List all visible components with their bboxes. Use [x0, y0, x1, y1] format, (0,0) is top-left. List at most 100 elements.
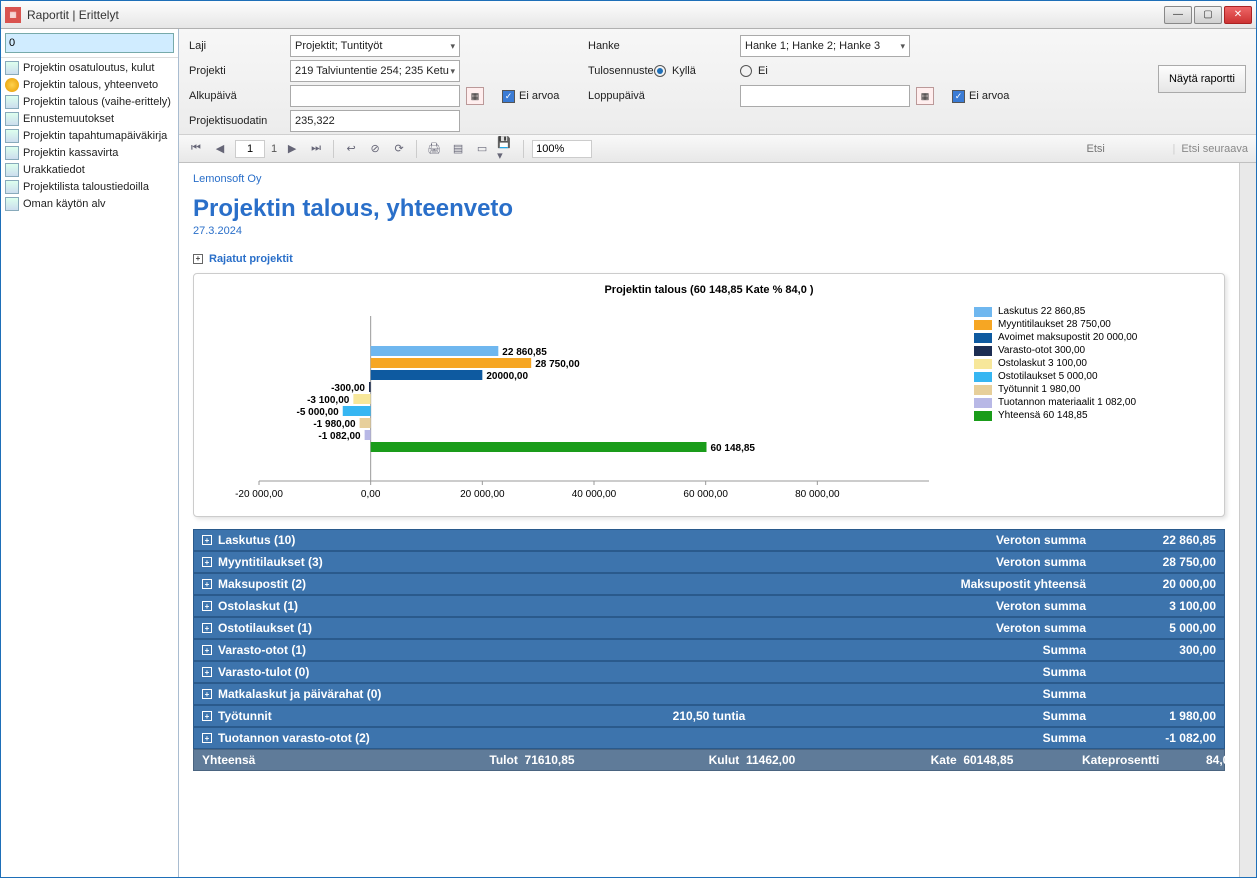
summary-row[interactable]: +Matkalaskut ja päivärahat (0)Summa — [193, 683, 1225, 705]
company-link[interactable]: Lemonsoft Oy — [193, 173, 1225, 185]
svg-text:-20 000,00: -20 000,00 — [235, 489, 283, 500]
totals-yhteensa: Yhteensä — [202, 753, 422, 767]
laji-select[interactable]: Projektit; Tuntityöt▾ — [290, 35, 460, 57]
sidebar-search-input[interactable] — [5, 33, 174, 53]
sidebar-item[interactable]: Projektin talous (vaihe-erittely) — [1, 94, 178, 111]
tulosennuste-ei-radio[interactable] — [740, 65, 752, 77]
summary-row[interactable]: +Varasto-tulot (0)Summa — [193, 661, 1225, 683]
summary-row[interactable]: +Työtunnit210,50 tuntiaSumma1 980,00 — [193, 705, 1225, 727]
summary-value: 5 000,00 — [1126, 621, 1216, 635]
loppupaiva-calendar-icon[interactable]: ▦ — [916, 87, 934, 105]
sidebar: Projektin osatuloutus, kulutProjektin ta… — [1, 29, 179, 877]
loppupaiva-input[interactable] — [740, 85, 910, 107]
summary-label: Laskutus (10) — [218, 533, 295, 547]
alkupaiva-calendar-icon[interactable]: ▦ — [466, 87, 484, 105]
hanke-select[interactable]: Hanke 1; Hanke 2; Hanke 3▾ — [740, 35, 910, 57]
sidebar-item[interactable]: Projektin talous, yhteenveto — [1, 77, 178, 94]
page-setup-button[interactable]: ▭ — [473, 140, 491, 158]
legend-swatch — [974, 307, 992, 317]
sidebar-item[interactable]: Oman käytön alv — [1, 196, 178, 213]
sidebar-item[interactable]: Projektin kassavirta — [1, 145, 178, 162]
legend-swatch — [974, 333, 992, 343]
sidebar-item-label: Projektin kassavirta — [23, 147, 118, 159]
laji-label: Laji — [189, 40, 284, 52]
print-button[interactable]: 🖨 — [425, 140, 443, 158]
bar-chart: -20 000,000,0020 000,0040 000,0060 000,0… — [204, 306, 964, 506]
report-toolbar: ⏮ ◀ 1 ▶ ⏭ ↩ ⊘ ⟳ 🖨 ▤ ▭ 💾▾ | Etsi — [179, 135, 1256, 163]
legend-label: Laskutus 22 860,85 — [998, 306, 1085, 317]
maximize-button[interactable]: ▢ — [1194, 6, 1222, 24]
summary-row[interactable]: +Ostotilaukset (1)Veroton summa5 000,00 — [193, 617, 1225, 639]
expand-icon: + — [202, 645, 212, 655]
tulosennuste-label: Tulosennuste — [588, 65, 648, 77]
summary-mid: 210,50 tuntia — [673, 709, 746, 723]
find-input[interactable] — [1086, 143, 1166, 155]
summary-right-label: Summa — [1043, 731, 1086, 745]
svg-text:-1 082,00: -1 082,00 — [318, 431, 361, 442]
sidebar-item[interactable]: Projektin osatuloutus, kulut — [1, 60, 178, 77]
last-page-button[interactable]: ⏭ — [307, 140, 325, 158]
plus-icon: + — [193, 254, 203, 264]
svg-text:80 000,00: 80 000,00 — [795, 489, 840, 500]
legend-swatch — [974, 398, 992, 408]
alkupaiva-input[interactable] — [290, 85, 460, 107]
legend-item: Ostotilaukset 5 000,00 — [974, 371, 1214, 382]
chart-legend: Laskutus 22 860,85Myyntitilaukset 28 750… — [974, 306, 1214, 423]
refresh-button[interactable]: ⟳ — [390, 140, 408, 158]
summary-right-label: Veroton summa — [996, 533, 1086, 547]
sidebar-item[interactable]: Urakkatiedot — [1, 162, 178, 179]
svg-text:60 148,85: 60 148,85 — [710, 443, 755, 454]
expand-icon: + — [202, 579, 212, 589]
expand-icon: + — [202, 711, 212, 721]
expand-icon: + — [202, 689, 212, 699]
sidebar-item-label: Projektilista taloustiedoilla — [23, 181, 149, 193]
first-page-button[interactable]: ⏮ — [187, 140, 205, 158]
summary-row[interactable]: +Tuotannon varasto-otot (2)Summa-1 082,0… — [193, 727, 1225, 749]
svg-text:20 000,00: 20 000,00 — [460, 489, 505, 500]
summary-row[interactable]: +Ostolaskut (1)Veroton summa3 100,00 — [193, 595, 1225, 617]
find-next-link[interactable]: Etsi seuraava — [1181, 143, 1248, 155]
summary-row[interactable]: +Varasto-otot (1)Summa300,00 — [193, 639, 1225, 661]
projektisuodatin-input[interactable]: 235,322 — [290, 110, 460, 132]
close-button[interactable]: ✕ — [1224, 6, 1252, 24]
minimize-button[interactable]: — — [1164, 6, 1192, 24]
legend-swatch — [974, 359, 992, 369]
loppupaiva-label: Loppupäivä — [588, 90, 648, 102]
sidebar-item[interactable]: Projektilista taloustiedoilla — [1, 179, 178, 196]
back-button[interactable]: ↩ — [342, 140, 360, 158]
summary-label: Myyntitilaukset (3) — [218, 555, 323, 569]
zoom-input[interactable] — [532, 140, 592, 158]
next-page-button[interactable]: ▶ — [283, 140, 301, 158]
show-report-button[interactable]: Näytä raportti — [1158, 65, 1246, 93]
export-button[interactable]: 💾▾ — [497, 140, 515, 158]
stop-button[interactable]: ⊘ — [366, 140, 384, 158]
sidebar-item[interactable]: Ennustemuutokset — [1, 111, 178, 128]
sidebar-item[interactable]: Projektin tapahtumapäiväkirja — [1, 128, 178, 145]
tulosennuste-kylla-radio[interactable] — [654, 65, 666, 77]
expand-icon: + — [202, 535, 212, 545]
layout-button[interactable]: ▤ — [449, 140, 467, 158]
chart-title: Projektin talous (60 148,85 Kate % 84,0 … — [204, 284, 1214, 296]
projekti-select[interactable]: 219 Talviuntentie 254; 235 Ketu▾ — [290, 60, 460, 82]
prev-page-button[interactable]: ◀ — [211, 140, 229, 158]
summary-value: 3 100,00 — [1126, 599, 1216, 613]
titlebar: ▦ Raportit | Erittelyt — ▢ ✕ — [1, 1, 1256, 29]
selected-icon — [5, 78, 19, 92]
vertical-scrollbar[interactable] — [1239, 163, 1256, 877]
expand-icon: + — [202, 557, 212, 567]
sidebar-item-label: Urakkatiedot — [23, 164, 85, 176]
legend-label: Avoimet maksupostit 20 000,00 — [998, 332, 1137, 343]
total-pages-label: 1 — [271, 143, 277, 155]
summary-value: -1 082,00 — [1126, 731, 1216, 745]
expand-icon: + — [202, 667, 212, 677]
summary-row[interactable]: +Laskutus (10)Veroton summa22 860,85 — [193, 529, 1225, 551]
rajatut-projektit-expander[interactable]: + Rajatut projektit — [193, 253, 1225, 265]
legend-swatch — [974, 320, 992, 330]
summary-row[interactable]: +Myyntitilaukset (3)Veroton summa28 750,… — [193, 551, 1225, 573]
summary-row[interactable]: +Maksupostit (2)Maksupostit yhteensä20 0… — [193, 573, 1225, 595]
svg-text:-5 000,00: -5 000,00 — [296, 407, 339, 418]
alkupaiva-eiarvoa-checkbox[interactable]: ✓ — [502, 90, 515, 103]
loppupaiva-eiarvoa-checkbox[interactable]: ✓ — [952, 90, 965, 103]
page-input[interactable] — [235, 140, 265, 158]
legend-label: Varasto-otot 300,00 — [998, 345, 1085, 356]
